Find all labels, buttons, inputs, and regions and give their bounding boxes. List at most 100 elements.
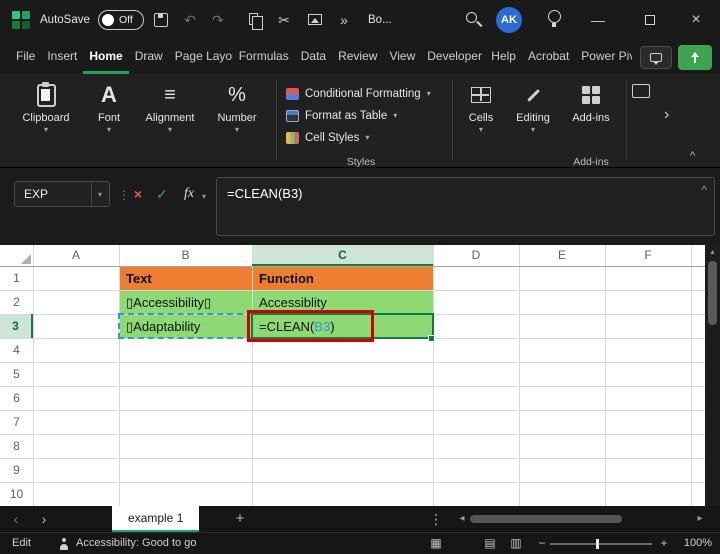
insert-function-button[interactable]: fx: [176, 186, 202, 202]
lightbulb-icon[interactable]: [548, 10, 561, 27]
scroll-right-icon[interactable]: ▸: [692, 506, 708, 532]
formula-input[interactable]: =CLEAN(B3) ^: [216, 177, 715, 236]
scroll-up-icon[interactable]: ▴: [705, 247, 720, 256]
zoom-in-button[interactable]: +: [656, 533, 672, 554]
font-group-button[interactable]: A Font ▾: [86, 80, 132, 150]
more-ribbon-groups-icon[interactable]: ›: [664, 106, 669, 124]
scroll-left-icon[interactable]: ◂: [454, 506, 470, 532]
row-header-6[interactable]: 6: [0, 386, 33, 410]
select-all-corner[interactable]: [0, 245, 33, 266]
zoom-slider-knob[interactable]: [596, 539, 599, 549]
fill-handle[interactable]: [428, 335, 435, 342]
maximize-button[interactable]: [645, 15, 655, 25]
menu-tab-acrobat[interactable]: Acrobat: [522, 40, 575, 74]
previous-sheet-icon[interactable]: ‹: [8, 506, 24, 532]
row-header-2[interactable]: 2: [0, 290, 33, 314]
row-header-7[interactable]: 7: [0, 410, 33, 434]
column-header-A[interactable]: A: [33, 245, 119, 266]
redo-icon[interactable]: ↷: [208, 10, 228, 30]
normal-view-icon[interactable]: ▦: [428, 533, 444, 554]
row-header-10[interactable]: 10: [0, 482, 33, 506]
menu-tab-file[interactable]: File: [10, 40, 41, 74]
menu-tab-view[interactable]: View: [383, 40, 421, 74]
menu-tab-review[interactable]: Review: [332, 40, 383, 74]
add-ins-button[interactable]: Add-ins: [564, 80, 618, 150]
quick-access-overflow-icon[interactable]: »: [334, 10, 354, 30]
collapse-ribbon-icon[interactable]: ^: [690, 150, 695, 162]
column-header-B[interactable]: B: [119, 245, 252, 266]
format-as-table-icon: [286, 110, 299, 122]
column-header-E[interactable]: E: [519, 245, 605, 266]
name-box[interactable]: EXP ▾: [14, 181, 110, 207]
menu-tab-data[interactable]: Data: [295, 40, 332, 74]
row-header-1[interactable]: 1: [0, 266, 33, 290]
column-header-C[interactable]: C: [252, 245, 433, 266]
menu-tab-developer[interactable]: Developer: [421, 40, 485, 74]
row-header-4[interactable]: 4: [0, 338, 33, 362]
column-header-F[interactable]: F: [605, 245, 691, 266]
menu-tab-insert[interactable]: Insert: [41, 40, 83, 74]
zoom-slider-track[interactable]: [550, 543, 652, 545]
sheet-tab-active[interactable]: example 1: [112, 506, 200, 532]
menu-tab-help[interactable]: Help: [485, 40, 522, 74]
search-icon[interactable]: [466, 12, 477, 23]
chevron-down-icon: ▾: [106, 125, 111, 134]
minimize-button[interactable]: —: [588, 10, 608, 30]
close-button[interactable]: ×: [686, 10, 706, 30]
autosave-toggle[interactable]: Off: [98, 10, 144, 30]
comments-button[interactable]: [640, 46, 672, 69]
accessibility-checker-icon[interactable]: [58, 538, 70, 550]
cell-B2[interactable]: ▯Accessibility▯: [120, 291, 252, 314]
zoom-out-button[interactable]: −: [534, 533, 550, 554]
name-box-dropdown-icon[interactable]: ▾: [90, 182, 109, 206]
editing-group-button[interactable]: Editing ▾: [508, 80, 558, 150]
new-sheet-button[interactable]: +: [232, 506, 248, 532]
alignment-group-button[interactable]: ≡ Alignment ▾: [140, 80, 200, 150]
autosave-state: Off: [119, 14, 133, 26]
row-header-9[interactable]: 9: [0, 458, 33, 482]
next-sheet-icon[interactable]: ›: [36, 506, 52, 532]
undo-icon[interactable]: ↶: [180, 10, 200, 30]
gridline: [0, 482, 705, 483]
page-layout-view-icon[interactable]: ▤: [482, 533, 498, 554]
row-header-8[interactable]: 8: [0, 434, 33, 458]
vertical-scrollbar-thumb[interactable]: [708, 261, 717, 325]
conditional-formatting-button[interactable]: Conditional Formatting ▾: [286, 84, 456, 104]
row-header-5[interactable]: 5: [0, 362, 33, 386]
cut-icon[interactable]: ✂: [274, 10, 294, 30]
chevron-down-icon: ▾: [426, 89, 431, 98]
insert-function-dropdown-icon[interactable]: ▾: [202, 192, 206, 201]
zoom-level[interactable]: 100%: [676, 533, 712, 554]
picture-icon[interactable]: [308, 14, 322, 25]
vertical-scrollbar[interactable]: ▴: [705, 245, 720, 506]
number-group-button[interactable]: % Number ▾: [208, 80, 266, 150]
menu-tab-power-pivot[interactable]: Power Pivot: [575, 40, 632, 74]
sheet-grid: A B C D E F 1 2 3 4 5 6 7 8 9 10 Text Function ▯Accessibil…: [0, 245, 705, 506]
menu-tab-draw[interactable]: Draw: [129, 40, 169, 74]
page-break-preview-icon[interactable]: ▥: [508, 533, 524, 554]
menu-tab-home[interactable]: Home: [83, 40, 129, 74]
collapse-formula-bar-icon[interactable]: ^: [701, 183, 707, 197]
clipboard-group-button[interactable]: Clipboard ▾: [14, 80, 78, 150]
horizontal-scrollbar-thumb[interactable]: [470, 515, 622, 523]
save-icon[interactable]: [154, 13, 168, 27]
enter-button[interactable]: ✓: [152, 186, 172, 203]
clipboard-icon: [36, 81, 56, 107]
column-header-D[interactable]: D: [433, 245, 519, 266]
cell-styles-button[interactable]: Cell Styles ▾: [286, 128, 456, 148]
cell-C1[interactable]: Function: [253, 267, 433, 290]
accessibility-status[interactable]: Accessibility: Good to go: [76, 533, 196, 554]
copy-icon[interactable]: [249, 13, 263, 30]
menu-tab-page-layout[interactable]: Page Layout: [169, 40, 233, 74]
cancel-button[interactable]: ×: [128, 186, 148, 202]
cells-group-button[interactable]: Cells ▾: [458, 80, 504, 150]
row-header-3[interactable]: 3: [0, 314, 33, 338]
share-button[interactable]: [678, 45, 712, 70]
format-as-table-button[interactable]: Format as Table ▾: [286, 106, 456, 126]
sheet-tab-menu-icon[interactable]: ⋮: [428, 506, 444, 532]
menu-tab-formulas[interactable]: Formulas: [233, 40, 295, 74]
analyze-data-icon[interactable]: [632, 84, 650, 98]
avatar[interactable]: AK: [496, 7, 522, 33]
chevron-down-icon: ▾: [478, 125, 483, 134]
cell-B1[interactable]: Text: [120, 267, 252, 290]
